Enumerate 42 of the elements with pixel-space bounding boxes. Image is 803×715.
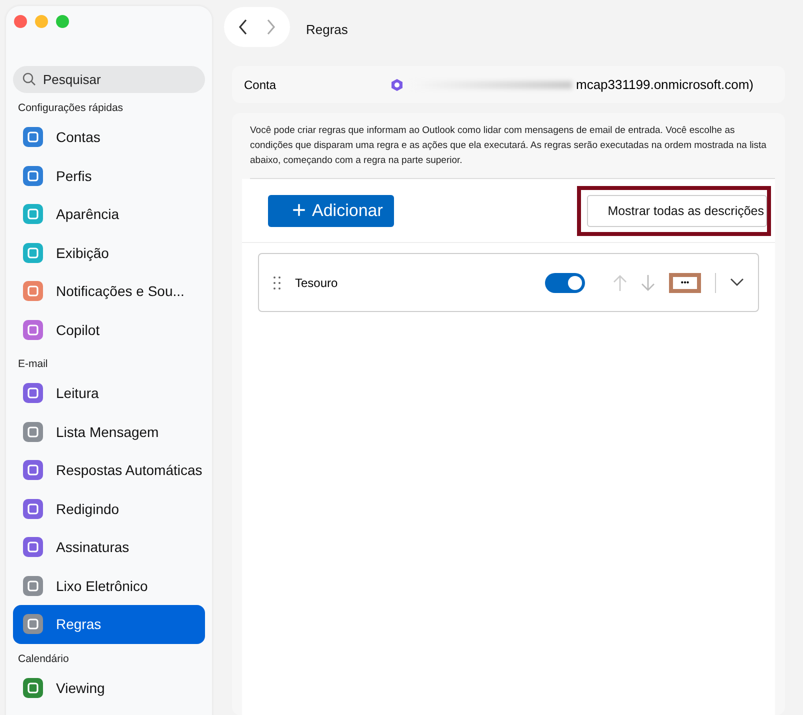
- sidebar-item[interactable]: Leitura: [13, 374, 205, 412]
- move-up-button[interactable]: [613, 274, 627, 292]
- sidebar-item[interactable]: Notificações e Sou...: [13, 272, 205, 310]
- sidebar-item[interactable]: Redigindo: [13, 490, 205, 528]
- sidebar-item[interactable]: Regras: [13, 605, 205, 644]
- chevron-down-icon: [730, 278, 744, 287]
- sidebar-item[interactable]: Copilot: [13, 310, 205, 349]
- forward-icon: [266, 19, 276, 35]
- arrow-up-icon: [613, 274, 627, 292]
- section-heading: Calendário: [17, 652, 70, 666]
- forward-button[interactable]: [266, 19, 276, 35]
- section-heading: Configurações rápidas: [17, 101, 124, 116]
- expand-button[interactable]: [730, 278, 744, 287]
- account-label: Conta: [244, 78, 278, 92]
- sidebar-item[interactable]: Assinaturas: [13, 528, 205, 566]
- sidebar-item[interactable]: Perfis: [13, 156, 205, 195]
- account-logo-icon: [390, 78, 404, 92]
- rule-toggle[interactable]: [545, 272, 585, 292]
- sidebar-item[interactable]: Aparência: [13, 195, 205, 234]
- search-field[interactable]: Pesquisar: [13, 66, 205, 93]
- back-icon: [238, 19, 248, 35]
- rule-name: Tesouro: [295, 276, 339, 290]
- sidebar-item[interactable]: Lista Mensagem: [13, 412, 205, 451]
- back-button[interactable]: [238, 19, 248, 35]
- more-options-button[interactable]: •••: [669, 272, 701, 292]
- minimize-window-button[interactable]: [35, 15, 48, 28]
- section-heading: E-mail: [17, 357, 49, 372]
- account-email: mcap331199.onmicrosoft.com): [576, 77, 754, 92]
- move-down-button[interactable]: [641, 274, 655, 292]
- search-icon: [22, 72, 36, 86]
- sidebar-item[interactable]: Viewing: [13, 668, 205, 707]
- maximize-window-button[interactable]: [56, 15, 69, 28]
- sidebar-item[interactable]: Exibição: [13, 234, 205, 272]
- sidebar-item[interactable]: Respostas Automáticas: [13, 451, 205, 490]
- show-all-descriptions-button[interactable]: Mostrar todas as descrições: [586, 194, 767, 226]
- arrow-down-icon: [641, 274, 655, 292]
- sidebar-item[interactable]: Lixo Eletrônico: [13, 566, 205, 605]
- sidebar-item[interactable]: Contas: [13, 118, 205, 156]
- add-button[interactable]: + Adicionar: [268, 194, 394, 226]
- drag-handle-icon[interactable]: [273, 276, 281, 290]
- page-title: Regras: [306, 22, 348, 36]
- close-window-button[interactable]: [14, 15, 27, 28]
